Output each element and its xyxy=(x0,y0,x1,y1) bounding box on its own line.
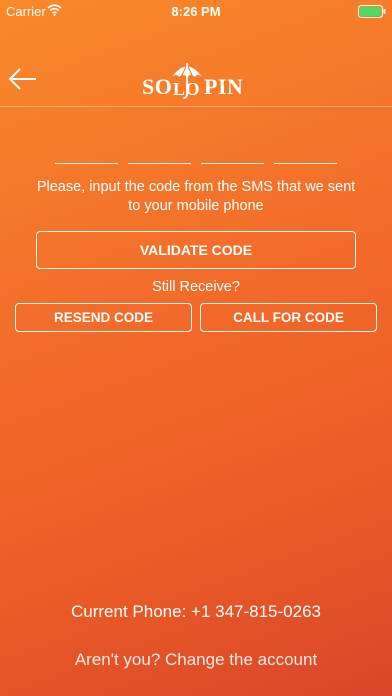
logo-text-so: SO xyxy=(142,74,173,99)
validate-code-button[interactable]: VALIDATE CODE xyxy=(36,231,356,269)
battery-icon xyxy=(358,5,386,18)
still-receive-label: Still Receive? xyxy=(152,279,240,295)
resend-code-button[interactable]: RESEND CODE xyxy=(15,303,192,332)
logo-text-lo: LO xyxy=(173,79,201,99)
clock: 8:26 PM xyxy=(171,4,221,19)
instructions-text: Please, input the code from the SMS that… xyxy=(36,179,356,214)
logo-text-pin: PIN xyxy=(204,74,244,99)
code-digit-input[interactable] xyxy=(55,145,118,164)
code-digit-input[interactable] xyxy=(128,145,191,164)
code-digit-input[interactable] xyxy=(201,145,264,164)
solo-pin-logo: SO LO PIN xyxy=(140,60,250,102)
status-bar: Carrier 8:26 PM xyxy=(0,0,392,22)
header-divider xyxy=(0,106,392,107)
code-digit-input[interactable] xyxy=(274,145,337,164)
change-account-link[interactable]: Aren't you? Change the account xyxy=(0,650,392,670)
back-button[interactable] xyxy=(6,62,40,96)
current-phone-text: Current Phone: +1 347-815-0263 xyxy=(71,602,321,621)
call-for-code-button[interactable]: CALL FOR CODE xyxy=(200,303,377,332)
arrow-left-icon xyxy=(8,68,36,90)
